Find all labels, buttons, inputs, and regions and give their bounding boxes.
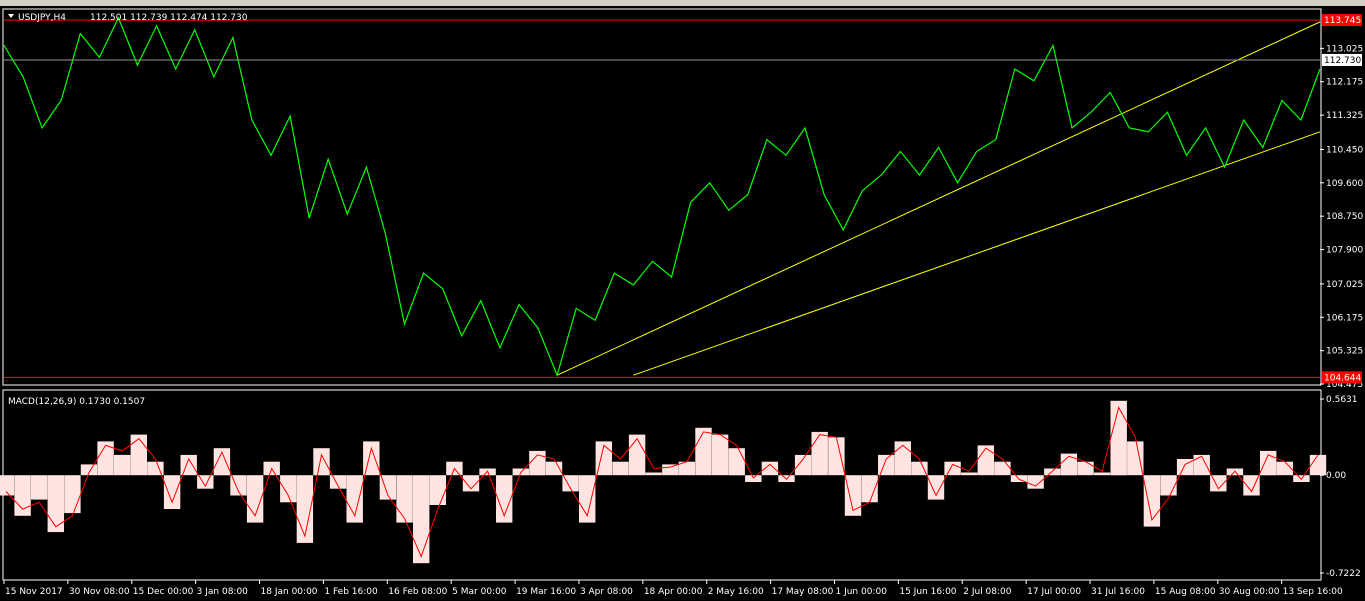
- y-tick-label: 113.025: [1326, 44, 1363, 54]
- macd-histogram-bar: [413, 475, 430, 564]
- level-price-label: 104.644: [1324, 373, 1361, 383]
- macd-y-tick-label: -0.7222: [1326, 569, 1361, 579]
- macd-histogram-bar: [1093, 472, 1111, 476]
- macd-histogram-bar: [977, 445, 994, 476]
- x-tick-label: 2 May 16:00: [708, 587, 764, 597]
- y-tick-label: 105.325: [1326, 347, 1363, 357]
- macd-histogram-bar: [1193, 454, 1210, 476]
- x-tick-label: 15 Aug 08:00: [1155, 587, 1216, 597]
- macd-y-tick-label: 0.00: [1326, 471, 1346, 481]
- macd-histogram-bar: [711, 434, 729, 476]
- macd-histogram-bar: [961, 472, 978, 476]
- x-tick-label: 15 Nov 2017: [5, 587, 63, 597]
- macd-title: MACD(12,26,9) 0.1730 0.1507: [8, 397, 145, 407]
- macd-histogram-bar: [1309, 454, 1327, 476]
- macd-histogram-bar: [1027, 475, 1044, 489]
- x-tick-label: 16 Feb 08:00: [388, 587, 447, 597]
- macd-histogram-bar: [662, 464, 679, 476]
- macd-histogram-bar: [878, 454, 895, 476]
- macd-histogram-bar: [1160, 475, 1177, 496]
- x-tick-label: 17 May 08:00: [772, 587, 834, 597]
- ohlc-readout: 112.501 112.739 112.474 112.730: [90, 13, 248, 23]
- macd-histogram-bar: [1044, 468, 1061, 476]
- macd-histogram-bar: [1110, 400, 1127, 476]
- level-price-label: 113.745: [1324, 16, 1361, 26]
- macd-histogram-bar: [1077, 461, 1094, 476]
- x-tick-label: 1 Jun 00:00: [835, 587, 887, 597]
- macd-histogram-bar: [114, 454, 131, 476]
- macd-histogram-bar: [612, 461, 629, 476]
- macd-y-tick-label: 0.5631: [1326, 395, 1358, 405]
- macd-histogram-bar: [130, 434, 147, 476]
- y-tick-label: 109.600: [1326, 179, 1363, 189]
- x-tick-label: 31 Jul 16:00: [1091, 587, 1145, 597]
- price-pane[interactable]: [2, 8, 1322, 386]
- macd-histogram-bar: [396, 475, 413, 523]
- macd-histogram-bar: [47, 475, 64, 533]
- x-tick-label: 5 Mar 00:00: [452, 587, 507, 597]
- macd-histogram-bar: [1127, 441, 1144, 476]
- x-tick-label: 17 Jul 00:00: [1027, 587, 1081, 597]
- y-tick-label: 112.175: [1326, 78, 1363, 88]
- macd-histogram-bar: [313, 448, 330, 476]
- macd-histogram-bar: [31, 475, 48, 500]
- x-tick-label: 2 Jul 08:00: [963, 587, 1012, 597]
- x-tick-label: 3 Jan 08:00: [197, 587, 249, 597]
- macd-histogram-bar: [695, 427, 712, 476]
- macd-histogram-bar: [828, 437, 845, 476]
- y-tick-label: 106.175: [1326, 313, 1363, 323]
- macd-histogram-bar: [745, 475, 762, 482]
- x-tick-label: 30 Aug 00:00: [1219, 587, 1280, 597]
- x-tick-label: 1 Feb 16:00: [324, 587, 378, 597]
- macd-histogram-bar: [628, 434, 646, 476]
- macd-histogram-bar: [994, 461, 1011, 476]
- x-tick-label: 15 Jun 16:00: [899, 587, 956, 597]
- macd-histogram-bar: [429, 475, 446, 505]
- x-tick-label: 3 Apr 08:00: [580, 587, 633, 597]
- y-tick-label: 107.900: [1326, 246, 1363, 256]
- x-tick-label: 15 Dec 00:00: [133, 587, 194, 597]
- macd-histogram-bar: [64, 475, 81, 514]
- macd-histogram-bar: [894, 441, 911, 476]
- y-tick-label: 111.325: [1326, 111, 1363, 121]
- chart-window[interactable]: 113.025 112.175 111.325 110.450 109.600 108.7…: [0, 0, 1365, 601]
- x-tick-label: 19 Mar 16:00: [516, 587, 576, 597]
- x-tick-label: 13 Sep 16:00: [1283, 587, 1343, 597]
- macd-histogram-bar: [280, 475, 297, 503]
- macd-histogram-bar: [911, 461, 928, 476]
- macd-histogram-bar: [794, 454, 812, 476]
- x-tick-label: 30 Nov 08:00: [69, 587, 130, 597]
- macd-histogram-bar: [97, 441, 114, 476]
- macd-histogram-bar: [861, 475, 878, 503]
- current-price-label: 112.730: [1324, 56, 1361, 66]
- y-tick-label: 108.750: [1326, 212, 1363, 222]
- y-tick-label: 110.450: [1326, 145, 1363, 155]
- macd-histogram-bar: [14, 475, 31, 516]
- x-tick-label: 18 Jan 00:00: [261, 587, 318, 597]
- y-tick-label: 107.025: [1326, 280, 1363, 290]
- macd-histogram-bar: [180, 454, 197, 476]
- macd-histogram-bar: [728, 448, 745, 476]
- macd-histogram-bar: [811, 431, 828, 476]
- macd-histogram-bar: [645, 472, 662, 476]
- x-tick-label: 18 Apr 00:00: [644, 587, 703, 597]
- macd-histogram-bar: [163, 475, 181, 509]
- macd-histogram-bar: [944, 461, 961, 476]
- symbol-label: USDJPY,H4: [18, 13, 66, 23]
